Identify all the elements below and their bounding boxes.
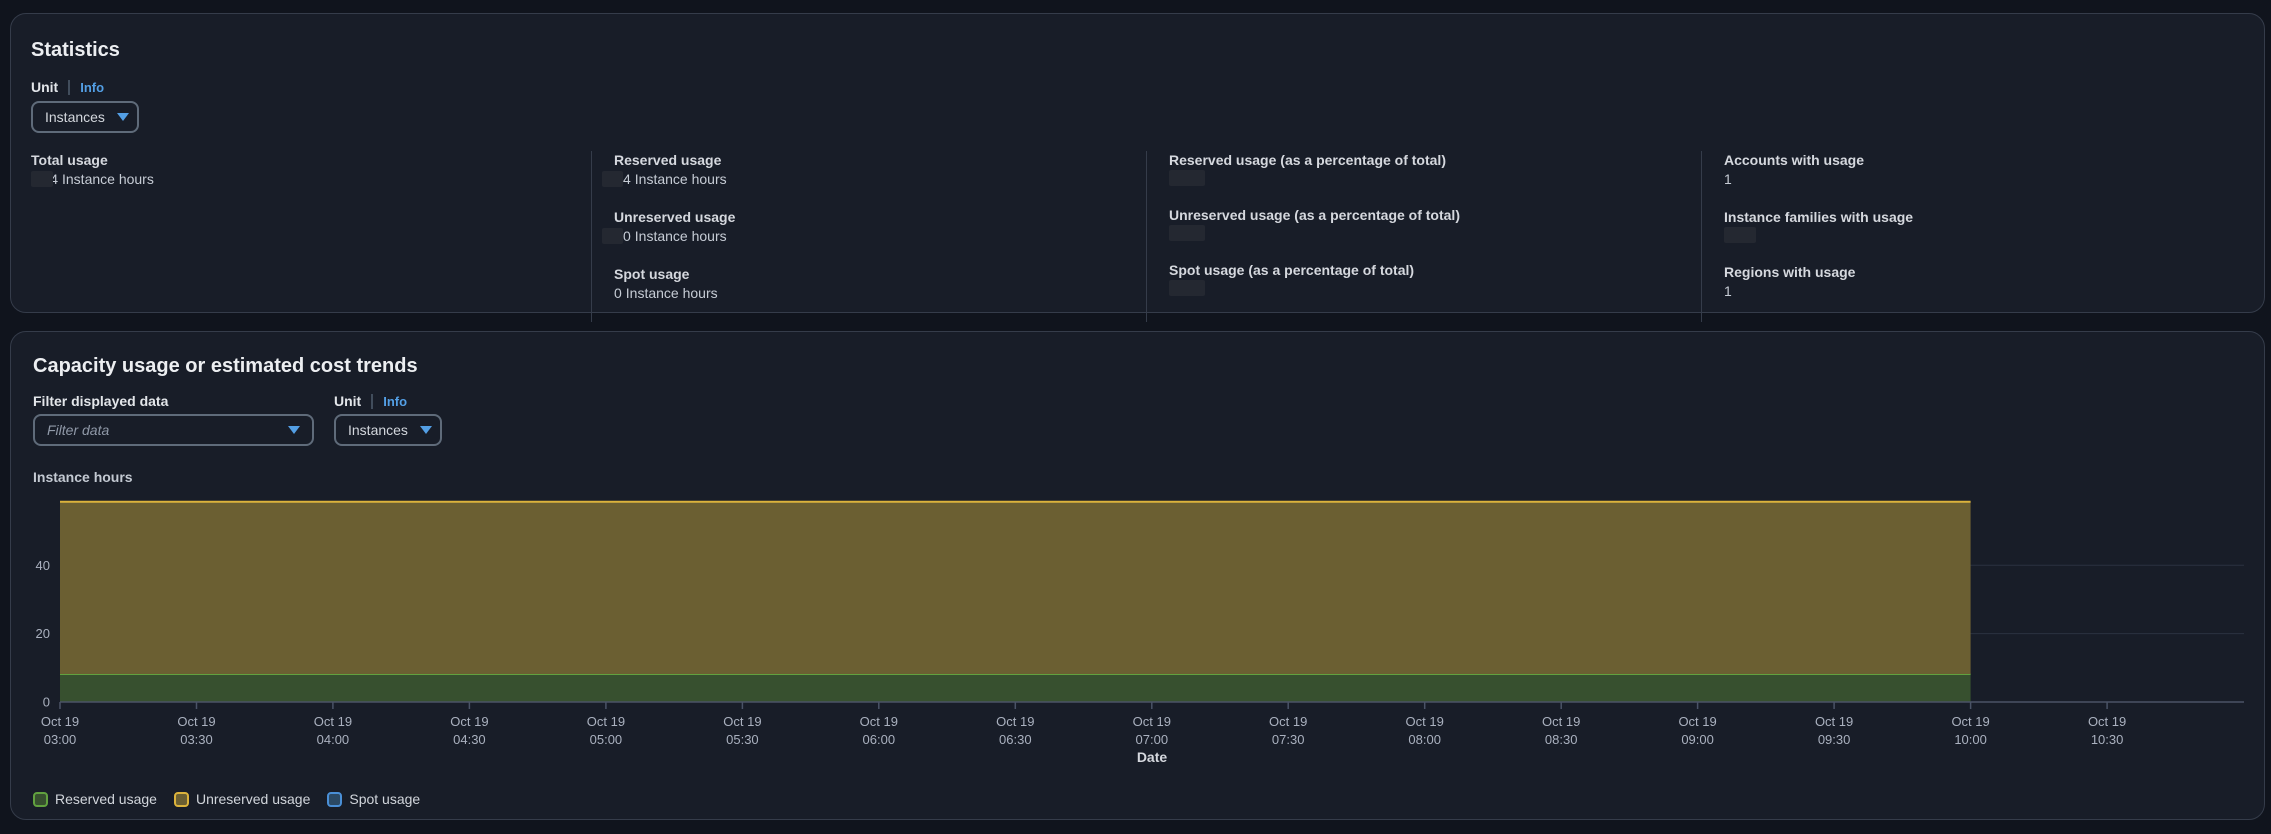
redacted-value — [1724, 227, 1756, 243]
unit-label: Unit — [334, 393, 362, 409]
svg-text:Oct 19: Oct 19 — [177, 714, 215, 729]
chevron-down-icon — [419, 426, 432, 434]
unit-info-link[interactable]: Info — [80, 80, 104, 95]
filter-data-select[interactable]: Filter data — [33, 414, 314, 446]
svg-text:07:30: 07:30 — [1272, 732, 1305, 747]
redacted-value — [31, 171, 53, 187]
stats-column-3: Reserved usage (as a percentage of total… — [1146, 151, 1701, 322]
svg-text:Oct 19: Oct 19 — [723, 714, 761, 729]
chevron-down-icon — [288, 426, 300, 434]
stat-unreserved-usage: Unreserved usage 0 Instance hours — [602, 208, 1146, 245]
stat-regions-with-usage: Regions with usage 1 — [1724, 264, 1856, 299]
svg-text:03:00: 03:00 — [44, 732, 77, 747]
svg-text:09:30: 09:30 — [1818, 732, 1851, 747]
stat-reserved-usage-pct: Reserved usage (as a percentage of total… — [1169, 151, 1701, 186]
svg-text:10:30: 10:30 — [2091, 732, 2124, 747]
statistics-title: Statistics — [31, 39, 120, 61]
svg-text:03:30: 03:30 — [180, 732, 213, 747]
reserved-usage-swatch-icon — [33, 791, 48, 807]
svg-text:Oct 19: Oct 19 — [2088, 714, 2126, 729]
svg-text:07:00: 07:00 — [1136, 732, 1169, 747]
svg-text:05:00: 05:00 — [590, 732, 623, 747]
svg-text:05:30: 05:30 — [726, 732, 759, 747]
spot-usage-swatch-icon — [327, 791, 343, 807]
svg-text:09:00: 09:00 — [1681, 732, 1714, 747]
svg-text:Oct 19: Oct 19 — [1133, 714, 1171, 729]
stat-unreserved-usage-pct: Unreserved usage (as a percentage of tot… — [1169, 206, 1701, 241]
stat-reserved-usage: Reserved usage 4 Instance hours — [602, 151, 1146, 188]
stat-spot-usage: Spot usage 0 Instance hours — [614, 266, 718, 301]
svg-text:Oct 19: Oct 19 — [860, 714, 898, 729]
svg-text:Oct 19: Oct 19 — [1678, 714, 1716, 729]
unit-select[interactable]: Instances — [31, 101, 139, 133]
unreserved-usage-swatch-icon — [173, 791, 189, 807]
statistics-panel: Statistics Unit Info Instances Total usa… — [10, 13, 2265, 322]
statistics-grid: Total usage 4 Instance hours Reserved usa… — [31, 151, 2244, 322]
svg-text:Oct 19: Oct 19 — [587, 714, 625, 729]
svg-text:04:30: 04:30 — [453, 732, 486, 747]
stat-accounts-with-usage: Accounts with usage 1 — [1724, 152, 1865, 187]
legend-item-reserved-usage[interactable]: Reserved usage — [33, 791, 157, 807]
svg-text:Oct 19: Oct 19 — [314, 714, 352, 729]
filter-field-group: Filter displayed data Filter data — [33, 392, 314, 446]
capacity-trends-panel: Capacity usage or estimated cost trends … — [10, 331, 2265, 820]
svg-text:Oct 19: Oct 19 — [1269, 714, 1307, 729]
svg-text:Oct 19: Oct 19 — [41, 714, 79, 729]
svg-text:Oct 19: Oct 19 — [450, 714, 488, 729]
stats-column-4: Accounts with usage 1 Instance families … — [1701, 151, 2244, 322]
redacted-value — [1169, 225, 1205, 241]
redacted-value — [602, 228, 623, 244]
legend-item-unreserved-usage[interactable]: Unreserved usage — [173, 791, 310, 807]
redacted-value — [602, 171, 623, 187]
svg-text:Oct 19: Oct 19 — [1406, 714, 1444, 729]
label-divider — [68, 79, 71, 95]
svg-text:Date: Date — [1137, 749, 1168, 765]
unit-label: Unit — [31, 79, 59, 95]
redacted-value — [1169, 170, 1205, 186]
svg-text:04:00: 04:00 — [317, 732, 350, 747]
stat-spot-usage-pct: Spot usage (as a percentage of total) — [1169, 261, 1701, 296]
trends-title: Capacity usage or estimated cost trends — [33, 355, 418, 377]
unit-info-link[interactable]: Info — [383, 394, 407, 409]
svg-text:Oct 19: Oct 19 — [996, 714, 1034, 729]
filter-label: Filter displayed data — [33, 393, 169, 409]
redacted-value — [1169, 280, 1205, 296]
svg-text:Oct 19: Oct 19 — [1542, 714, 1580, 729]
svg-text:Oct 19: Oct 19 — [1951, 714, 1989, 729]
svg-text:Oct 19: Oct 19 — [1815, 714, 1853, 729]
chevron-down-icon — [116, 113, 129, 121]
chart-legend: Reserved usage Unreserved usage Spot usa… — [33, 791, 2242, 807]
stat-total-usage: Total usage 4 Instance hours — [31, 152, 154, 187]
unit-field-group: Unit Info Instances — [334, 392, 442, 446]
svg-text:08:00: 08:00 — [1408, 732, 1441, 747]
stacked-area-chart: 0 20 40 Oct 19 03:00 Oct 19 03:30 Oct 19 04:00 Oc… — [36, 500, 2244, 765]
svg-text:10:00: 10:00 — [1954, 732, 1987, 747]
unit-field-label-row: Unit Info — [31, 78, 2244, 96]
label-divider — [371, 393, 374, 409]
legend-item-spot-usage[interactable]: Spot usage — [327, 791, 420, 807]
svg-text:20: 20 — [36, 626, 50, 641]
svg-text:40: 40 — [36, 558, 50, 573]
stats-column-1: Total usage 4 Instance hours — [31, 151, 591, 322]
chart-controls: Filter displayed data Filter data Unit I… — [33, 392, 2242, 446]
svg-text:06:30: 06:30 — [999, 732, 1032, 747]
unit-select[interactable]: Instances — [334, 414, 442, 446]
svg-text:06:00: 06:00 — [863, 732, 896, 747]
stat-instance-families-with-usage: Instance families with usage — [1724, 208, 2244, 243]
chart-y-axis-title: Instance hours — [33, 469, 133, 485]
svg-text:0: 0 — [43, 695, 50, 710]
stats-column-2: Reserved usage 4 Instance hours Unreserve… — [591, 151, 1146, 322]
svg-text:08:30: 08:30 — [1545, 732, 1578, 747]
